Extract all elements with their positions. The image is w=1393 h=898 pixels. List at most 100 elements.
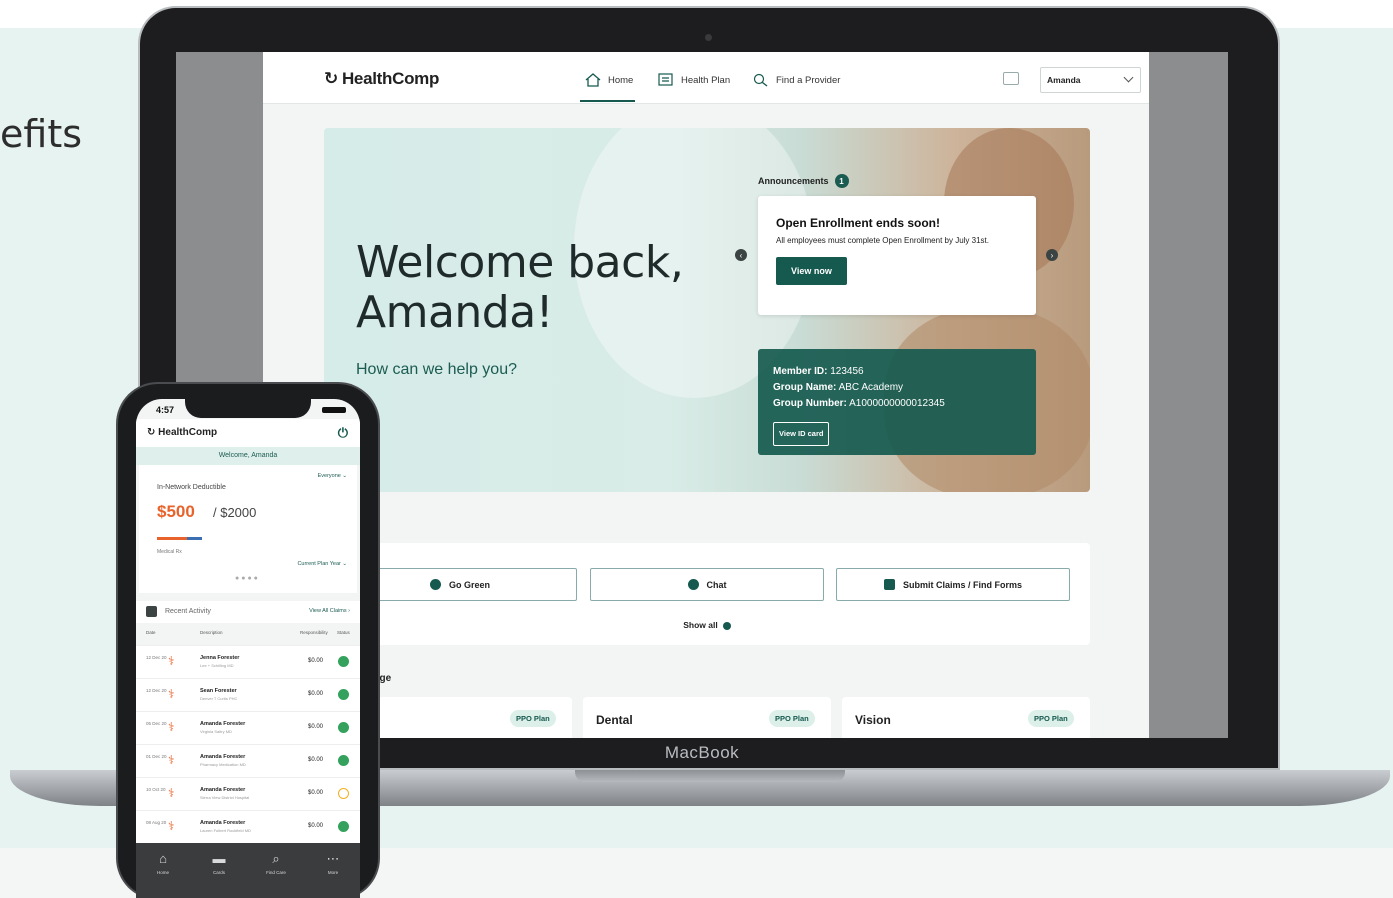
deductible-legend: Medical Rx [157,549,182,555]
nav-home[interactable]: Home [584,73,633,87]
row-amount: $0.00 [308,790,324,796]
nav-health-plan-label: Health Plan [681,74,731,86]
everyone-filter[interactable]: Everyone ⌄ [318,473,347,479]
row-provider: Lee + Schilling MD [200,663,234,668]
carousel-next-icon[interactable]: › [1046,249,1058,261]
phone-clock: 4:57 [156,405,175,415]
healthcomp-logo[interactable]: ↻ HealthComp [324,69,439,89]
check-circle-icon [338,821,349,832]
view-id-card-button[interactable]: View ID card [773,422,830,446]
stethoscope-icon: ⚕ [168,720,175,734]
announcement-body: All employees must complete Open Enrollm… [776,236,989,245]
row-date: 05 Dec 20 [146,721,167,726]
stethoscope-icon: ⚕ [168,819,175,833]
row-date: 12 Dec 20 [146,688,167,693]
deductible-label: In-Network Deductible [157,484,226,491]
row-provider: Pharmacy Medication MD [200,762,246,767]
phone-logo: ↻ HealthComp [147,427,217,438]
coverage-card-vision[interactable]: Vision PPO Plan [842,697,1090,738]
coverage-name: Dental [596,713,633,727]
phone-header: ↻ HealthComp ⏻ [136,419,360,447]
plan-badge: PPO Plan [1028,710,1074,727]
quick-links-panel: Go Green Chat Submit Claims / Find Forms… [324,543,1090,645]
tab-more[interactable]: ⋯ More [311,851,355,875]
table-row[interactable]: 10 Oct 20 ⚕ Amanda Forester Sierra View … [136,777,360,810]
group-name-row: Group Name: ABC Academy [773,380,1021,396]
nav-health-plan[interactable]: Health Plan [657,73,730,87]
row-date: 12 Dec 20 [146,655,167,660]
search-icon: ⌕ [272,851,280,866]
form-icon [883,579,895,590]
top-navigation: ↻ HealthComp Home Health Plan Find a Prov… [263,52,1149,104]
coverage-card-dental[interactable]: Dental PPO Plan [583,697,831,738]
group-number-row: Group Number: A1000000000012345 [773,396,1021,412]
row-name: Amanda Forester [200,787,246,793]
row-amount: $0.00 [308,823,324,829]
submit-claims-button[interactable]: Submit Claims / Find Forms [836,568,1070,601]
healthcomp-webpage: ↻ HealthComp Home Health Plan Find a Prov… [263,52,1149,738]
row-amount: $0.00 [308,757,324,763]
chat-button[interactable]: Chat [590,568,824,601]
nav-find-provider-label: Find a Provider [776,74,841,86]
chevron-down-icon [1123,72,1134,83]
phone-logo-text: HealthComp [158,427,218,438]
plan-year-filter[interactable]: Current Plan Year ⌄ [297,561,347,567]
tab-cards[interactable]: ▬ Cards [197,851,241,875]
health-plan-icon [658,73,673,86]
table-row[interactable]: 05 Dec 20 ⚕ Amanda Forester Virginia Sal… [136,711,360,744]
check-circle-icon [338,689,349,700]
carousel-prev-icon[interactable]: ‹ [735,249,747,261]
row-date: 08 Aug 20 [146,820,167,825]
group-number-label: Group Number: [773,398,847,409]
stethoscope-icon: ⚕ [168,687,175,701]
row-name: Amanda Forester [200,721,246,727]
hero-banner: Welcome back, Amanda! How can we help yo… [324,128,1090,492]
row-date: 10 Oct 20 [146,787,166,792]
row-name: Amanda Forester [200,820,246,826]
row-name: Sean Forester [200,688,237,694]
show-all-link[interactable]: Show all [324,620,1090,630]
stethoscope-icon: ⚕ [168,753,175,767]
more-icon: ⋯ [326,851,340,866]
column-date: Date [146,630,156,635]
chevron-down-icon [722,621,731,630]
chat-icon[interactable] [1003,72,1019,85]
row-provider: Lauren Fulbert Rockfield MD [200,828,251,833]
tab-find-care[interactable]: ⌕ Find Care [254,851,298,875]
home-icon [585,73,601,87]
phone-tab-bar: ⌂ Home ▬ Cards ⌕ Find Care ⋯ More [136,843,360,898]
table-row[interactable]: 12 Dec 20 ⚕ Jenna Forester Lee + Schilli… [136,645,360,678]
home-icon: ⌂ [159,851,167,866]
stethoscope-icon: ⚕ [168,654,175,668]
table-row[interactable]: 12 Dec 20 ⚕ Sean Forester Denver T Curti… [136,678,360,711]
stethoscope-icon: ⚕ [168,786,175,800]
welcome-heading: Welcome back, Amanda! [356,237,684,338]
carousel-dots: ●●●● [235,575,260,582]
show-all-label: Show all [683,620,718,630]
view-now-button[interactable]: View now [776,257,847,285]
nav-find-provider[interactable]: Find a Provider [752,73,840,87]
member-id-card: Member ID: 123456 Group Name: ABC Academ… [758,349,1036,455]
row-date: 01 Dec 20 [146,754,167,759]
row-provider: Denver T Curtis PHC [200,696,238,701]
user-name: Amanda [1047,75,1081,85]
go-green-button[interactable]: Go Green [343,568,577,601]
user-dropdown[interactable]: Amanda [1040,67,1141,93]
row-name: Amanda Forester [200,754,246,760]
view-all-claims-link[interactable]: View All Claims › [309,608,350,614]
table-row[interactable]: 08 Aug 20 ⚕ Amanda Forester Lauren Fulbe… [136,810,360,843]
table-row[interactable]: 01 Dec 20 ⚕ Amanda Forester Pharmacy Med… [136,744,360,777]
group-name-label: Group Name: [773,382,837,393]
group-name-value: ABC Academy [838,382,904,393]
card-icon: ▬ [212,851,226,866]
logo-text: HealthComp [341,69,440,88]
column-responsibility: Responsibility [300,630,328,635]
nav-active-indicator [580,100,635,102]
row-amount: $0.00 [308,658,324,664]
tab-home-label: Home [156,870,169,875]
row-name: Jenna Forester [200,655,240,661]
tab-home[interactable]: ⌂ Home [141,851,185,875]
deductible-card: Everyone ⌄ In-Network Deductible $500 / … [139,465,357,593]
deductible-total: / $2000 [213,505,257,520]
power-icon[interactable]: ⏻ [338,425,348,441]
